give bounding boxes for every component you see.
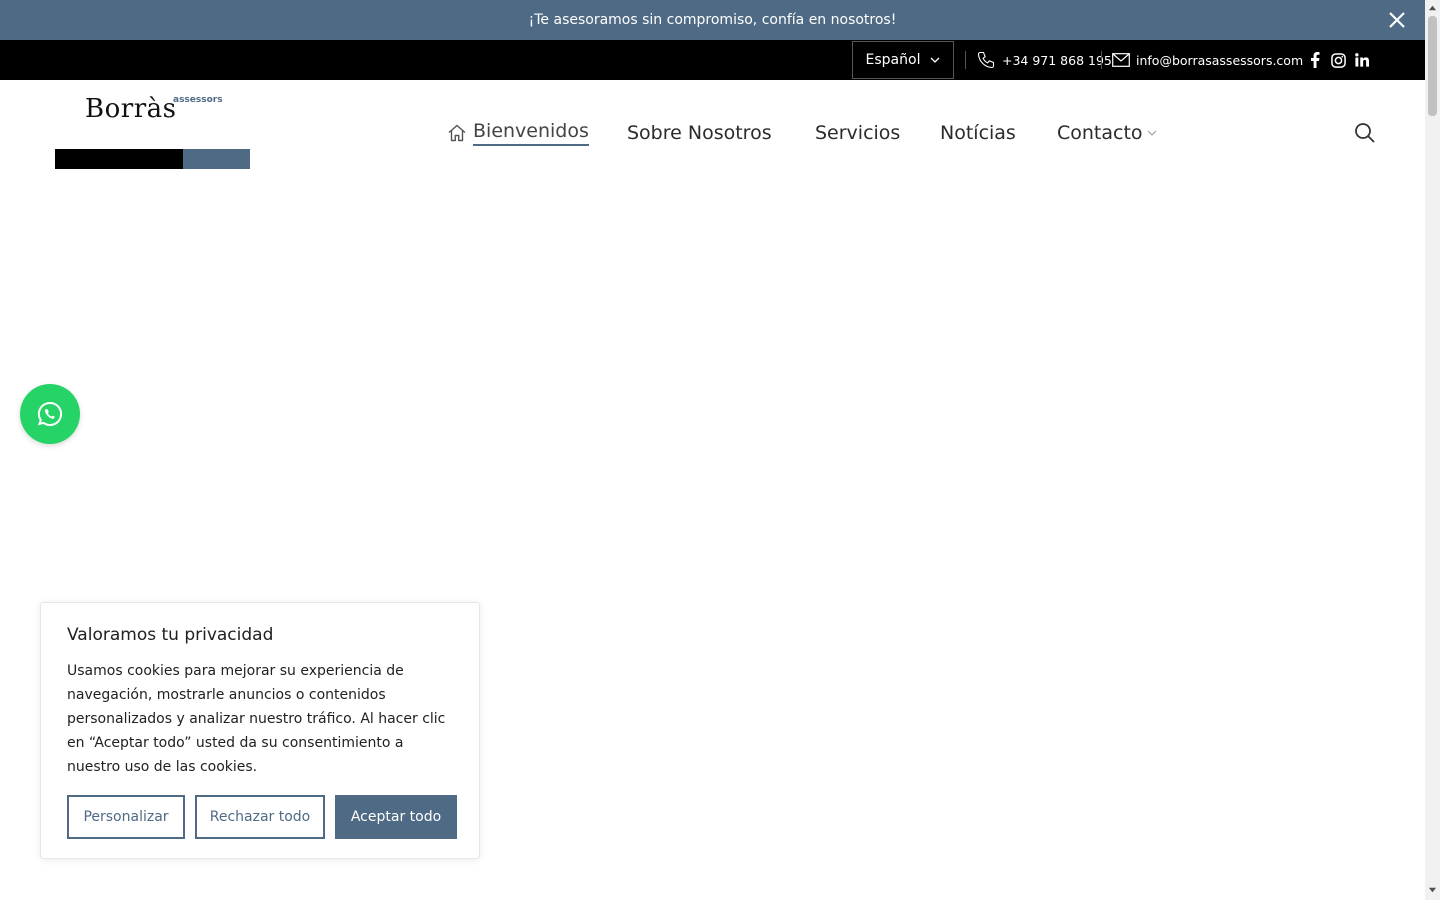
logo-sub: assessors [173, 95, 223, 105]
nav-label: Notícias [940, 122, 1016, 144]
divider [1101, 51, 1102, 69]
chevron-down-icon [1147, 130, 1156, 136]
nav-label: Servicios [815, 122, 901, 144]
customize-button[interactable]: Personalizar [67, 795, 185, 839]
linkedin-icon[interactable] [1352, 50, 1372, 70]
announcement-text: ¡Te asesoramos sin compromiso, confía en… [528, 12, 897, 28]
nav-item-noticias[interactable]: Notícias [940, 116, 1016, 150]
cookie-consent-dialog: Valoramos tu privacidad Usamos cookies p… [40, 602, 480, 859]
logo[interactable]: Borràs assessors [55, 92, 250, 170]
instagram-icon[interactable] [1328, 50, 1348, 70]
logo-name: Borràs [85, 94, 177, 124]
cookie-actions: Personalizar Rechazar todo Aceptar todo [67, 795, 457, 839]
whatsapp-icon [37, 401, 63, 426]
home-icon [448, 124, 466, 142]
email-link[interactable]: info@borrasassessors.com [1112, 40, 1303, 80]
cookie-title: Valoramos tu privacidad [67, 625, 274, 645]
language-label: Español [865, 52, 921, 68]
nav-item-contacto[interactable]: Contacto [1057, 116, 1157, 150]
scroll-down-arrow-icon[interactable] [1428, 886, 1437, 895]
nav-label: Contacto [1057, 122, 1143, 144]
scrollbar[interactable] [1425, 0, 1440, 900]
nav-item-servicios[interactable]: Servicios [815, 116, 900, 150]
close-icon[interactable] [1385, 8, 1409, 32]
site-header: Borràs assessors Bienvenidos Sobre Nosot… [0, 80, 1425, 190]
phone-link[interactable]: +34 971 868 195 [976, 40, 1112, 80]
logo-bar-blue [183, 149, 250, 169]
language-selector[interactable]: Español [852, 41, 954, 79]
cookie-body: Usamos cookies para mejorar su experienc… [67, 663, 446, 775]
accept-all-button[interactable]: Aceptar todo [335, 795, 457, 839]
chevron-down-icon [931, 57, 940, 63]
nav-label: Bienvenidos [473, 120, 589, 146]
phone-number: +34 971 868 195 [1002, 52, 1112, 68]
nav-item-sobre-nosotros[interactable]: Sobre Nosotros [627, 116, 772, 150]
announcement-bar: ¡Te asesoramos sin compromiso, confía en… [0, 0, 1425, 40]
nav-item-bienvenidos[interactable]: Bienvenidos [447, 116, 589, 150]
top-bar: Español +34 971 868 195 info@borrasasses… [0, 40, 1425, 80]
scroll-thumb[interactable] [1428, 16, 1437, 116]
nav-label: Sobre Nosotros [627, 122, 772, 144]
reject-all-button[interactable]: Rechazar todo [195, 795, 325, 839]
divider [965, 51, 966, 69]
phone-icon [977, 51, 995, 69]
logo-bar-black [55, 149, 183, 169]
facebook-icon[interactable] [1305, 50, 1325, 70]
mail-icon [1112, 53, 1130, 67]
email-address: info@borrasassessors.com [1136, 52, 1304, 68]
search-icon[interactable] [1353, 121, 1377, 145]
whatsapp-button[interactable] [20, 384, 80, 444]
scroll-up-arrow-icon[interactable] [1428, 3, 1437, 12]
